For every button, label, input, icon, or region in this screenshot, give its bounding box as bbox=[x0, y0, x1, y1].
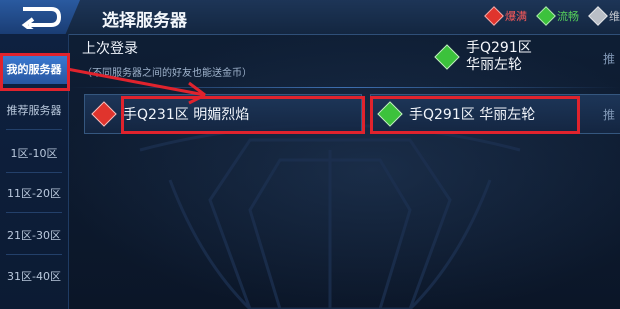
sidebar-divider bbox=[6, 212, 62, 213]
server-card-label: 手Q231区 明媚烈焰 bbox=[123, 107, 250, 123]
top-bar: 选择服务器 爆满 流畅 维 bbox=[0, 0, 620, 35]
legend-smooth: 流畅 bbox=[536, 6, 579, 26]
server-sidebar: 我的服务器 推荐服务器 1区-10区 11区-20区 21区-30区 31区-4… bbox=[0, 34, 69, 309]
legend-maintenance-label: 维 bbox=[609, 10, 620, 23]
green-gem-icon bbox=[377, 101, 403, 127]
red-gem-icon bbox=[91, 101, 117, 127]
last-login-server-name: 华丽左轮 bbox=[466, 57, 522, 73]
server-card-label: 手Q291区 华丽左轮 bbox=[409, 107, 536, 123]
gray-gem-icon bbox=[588, 6, 608, 26]
back-arrow-icon bbox=[21, 7, 62, 29]
last-login-server-zone: 手Q291区 bbox=[466, 40, 532, 56]
recommend-tag: 推 bbox=[603, 52, 616, 66]
legend-smooth-label: 流畅 bbox=[557, 10, 579, 23]
status-legend: 爆满 流畅 维 bbox=[484, 6, 620, 26]
red-gem-icon bbox=[484, 6, 504, 26]
sidebar-item-my-servers[interactable]: 我的服务器 bbox=[0, 56, 68, 84]
sidebar-divider bbox=[6, 254, 62, 255]
sidebar-item-21-30[interactable]: 21区-30区 bbox=[0, 222, 68, 250]
back-button[interactable] bbox=[0, 0, 80, 34]
last-login-server[interactable]: 手Q291区 华丽左轮 bbox=[428, 40, 532, 74]
green-gem-icon bbox=[536, 6, 556, 26]
sidebar-divider bbox=[6, 172, 62, 173]
sidebar-item-31-40[interactable]: 31区-40区 bbox=[0, 263, 68, 291]
sidebar-item-11-20[interactable]: 11区-20区 bbox=[0, 180, 68, 208]
legend-full: 爆满 bbox=[484, 6, 527, 26]
sidebar-item-recommended[interactable]: 推荐服务器 bbox=[0, 97, 68, 125]
green-gem-icon bbox=[434, 44, 460, 70]
legend-maintenance: 维 bbox=[588, 6, 620, 26]
sidebar-divider bbox=[6, 129, 62, 130]
page-title: 选择服务器 bbox=[102, 11, 187, 31]
annotation-arrow-icon bbox=[66, 67, 206, 105]
sidebar-item-1-10[interactable]: 1区-10区 bbox=[0, 140, 68, 168]
server-card-291[interactable]: 手Q291区 华丽左轮 bbox=[370, 94, 620, 134]
legend-full-label: 爆满 bbox=[505, 10, 527, 23]
card-recommend-tag: 推 bbox=[603, 108, 616, 122]
